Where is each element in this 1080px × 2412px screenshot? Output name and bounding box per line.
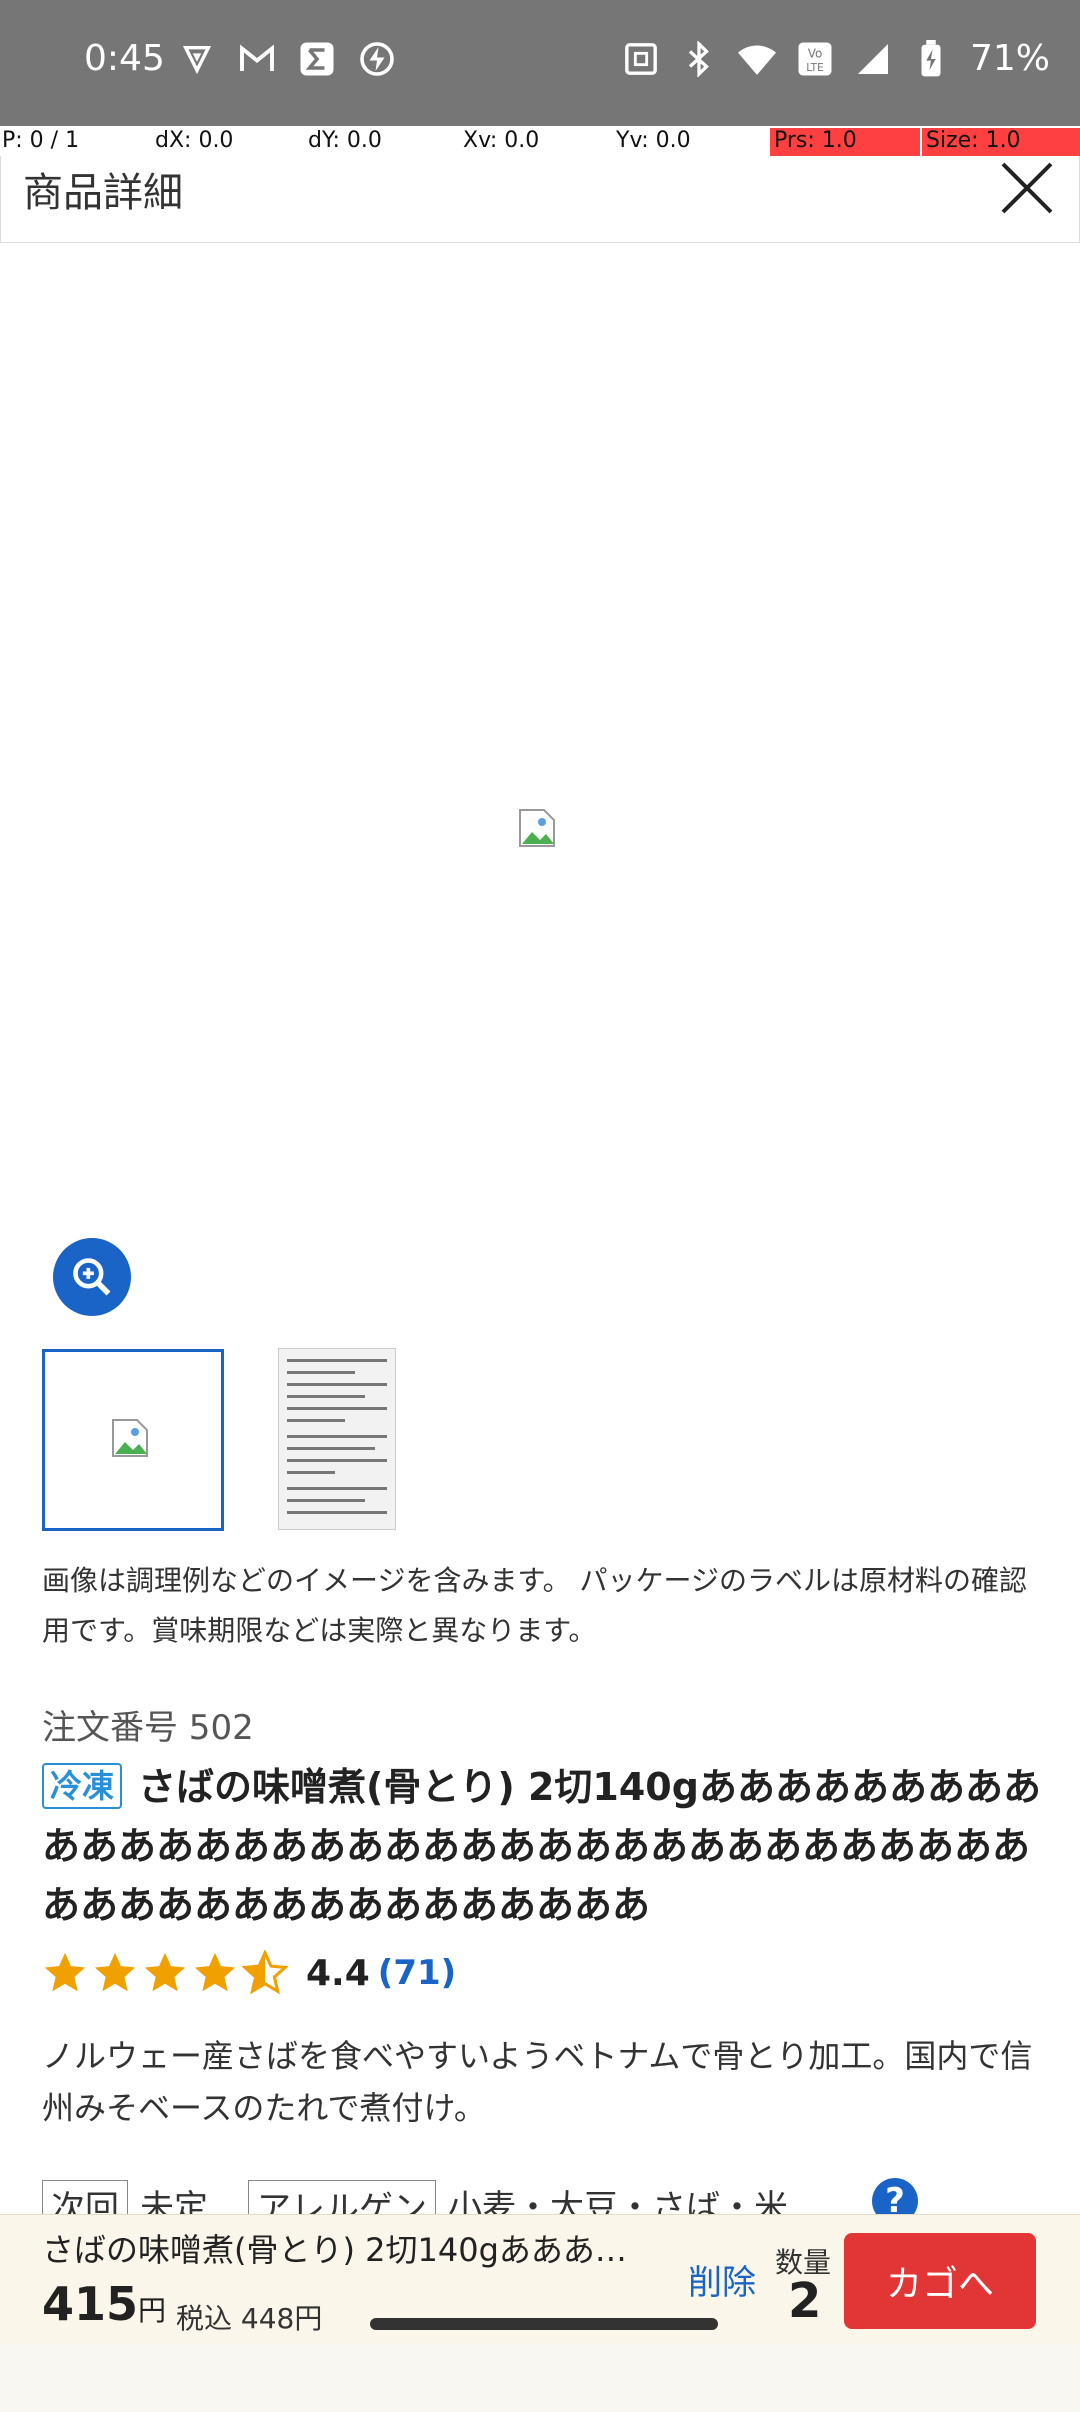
- product-title: 冷凍 さばの味噌煮(骨とり) 2切140gああああああああああああああああああああ…: [42, 1758, 1042, 1935]
- page-title: 商品詳細: [23, 170, 183, 216]
- info-row: 次回 未定 アレルゲン 小麦・大豆・さば・米: [42, 2180, 788, 2214]
- vpn-shield-icon: [178, 40, 216, 78]
- status-bar: 0:45 Vo LTE 71%: [0, 0, 1080, 126]
- battery-charging-icon: [912, 39, 950, 78]
- debug-dx: dX: 0.0: [155, 128, 234, 153]
- price-unit: 円: [138, 2294, 167, 2327]
- rating[interactable]: 4.4 (71): [42, 1950, 456, 1996]
- thumbnail-1[interactable]: [42, 1349, 224, 1531]
- zoom-button[interactable]: [53, 1238, 131, 1316]
- touch-debug-overlay: P: 0 / 1 dX: 0.0 dY: 0.0 Xv: 0.0 Yv: 0.0…: [0, 126, 1080, 156]
- home-gesture-handle[interactable]: [370, 2318, 718, 2330]
- tax-included-price: 税込 448円: [176, 2302, 323, 2335]
- zoom-in-icon: [73, 1258, 111, 1296]
- order-number: 注文番号 502: [42, 1708, 254, 1748]
- debug-dy: dY: 0.0: [308, 128, 382, 153]
- cart-bar-product-name: さばの味噌煮(骨とり) 2切140gあああああああ: [42, 2231, 652, 2269]
- gesture-nav-area: [0, 2344, 1080, 2412]
- frozen-badge: 冷凍: [42, 1763, 123, 1809]
- rating-value: 4.4: [306, 1952, 370, 1994]
- svg-text:Vo: Vo: [808, 46, 823, 60]
- product-name: さばの味噌煮(骨とり) 2切140gああああああああああああああああああああああ…: [42, 1765, 1041, 1927]
- nfc-icon: [622, 40, 660, 78]
- cart-bar-price: 415円: [42, 2277, 166, 2331]
- debug-size: Size: 1.0: [922, 128, 1080, 156]
- star-full-icon: [194, 1952, 236, 1992]
- review-count-link[interactable]: (71): [378, 1953, 456, 1993]
- add-to-cart-button[interactable]: カゴへ: [844, 2233, 1036, 2329]
- bluetooth-icon: [680, 40, 718, 78]
- allergen-value: 小麦・大豆・さば・米: [448, 2188, 788, 2214]
- volte-icon: Vo LTE: [796, 40, 834, 78]
- page-header: 商品詳細: [0, 156, 1080, 243]
- debug-xv: Xv: 0.0: [463, 128, 540, 153]
- debug-pointer: P: 0 / 1: [2, 128, 80, 153]
- broken-image-icon: [112, 1419, 148, 1457]
- close-icon: [1001, 162, 1053, 214]
- battery-percent: 71%: [969, 38, 1050, 79]
- next-delivery-tag: 次回: [42, 2180, 128, 2214]
- close-button[interactable]: [997, 158, 1057, 218]
- next-delivery-value: 未定: [140, 2188, 208, 2214]
- quantity-value[interactable]: 2: [788, 2273, 821, 2329]
- broken-image-icon: [519, 809, 555, 847]
- bolt-icon: [358, 40, 396, 78]
- star-half-icon: [242, 1950, 288, 1995]
- delete-button[interactable]: 削除: [688, 2255, 756, 2304]
- signal-icon: [854, 40, 892, 78]
- star-full-icon: [44, 1952, 86, 1992]
- debug-pressure: Prs: 1.0: [770, 128, 920, 156]
- allergen-tag: アレルゲン: [248, 2180, 436, 2214]
- star-full-icon: [144, 1952, 186, 1992]
- product-description: ノルウェー産さばを食べやすいようベトナムで骨とり加工。国内で信州みそベースのたれ…: [42, 2037, 1033, 2127]
- sigma-app-icon: [298, 40, 336, 78]
- gmail-icon: [238, 40, 276, 78]
- product-main-image[interactable]: [0, 246, 1080, 1246]
- svg-text:LTE: LTE: [806, 62, 823, 74]
- image-note: 画像は調理例などのイメージを含みます。 パッケージのラベルは原材料の確認用です。…: [42, 1564, 1027, 1647]
- wifi-icon: [737, 40, 776, 78]
- price-value: 415: [42, 2277, 139, 2331]
- debug-yv: Yv: 0.0: [616, 128, 691, 153]
- clock: 0:45: [84, 38, 165, 79]
- thumbnail-2-label[interactable]: [278, 1348, 396, 1530]
- star-full-icon: [94, 1952, 136, 1992]
